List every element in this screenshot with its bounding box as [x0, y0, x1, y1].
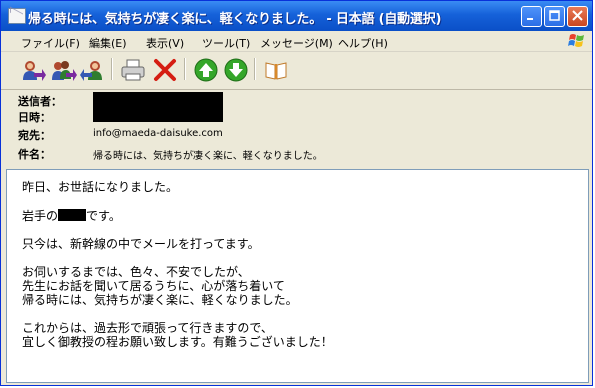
print-button[interactable] [120, 58, 146, 82]
toolbar-separator [254, 58, 255, 80]
menu-tools[interactable]: ツール(T) [202, 35, 250, 51]
to-value: info@maeda-daisuke.com [93, 128, 223, 139]
body-line: 帰る時には、気持ちが凄く楽に、軽くなりました。 [22, 293, 298, 307]
close-button[interactable] [567, 6, 588, 27]
redacted-sender-date [93, 92, 223, 122]
windows-logo-icon [568, 34, 584, 47]
body-paragraph: 只今は、新幹線の中でメールを打ってます。 [22, 237, 260, 251]
minimize-button[interactable] [521, 6, 542, 27]
menu-message[interactable]: メッセージ(M) [260, 35, 333, 51]
forward-button[interactable] [80, 58, 106, 82]
body-text: 岩手の [22, 209, 59, 223]
address-book-icon [265, 62, 287, 80]
reply-icon [23, 61, 46, 81]
reply-all-button[interactable] [51, 58, 77, 82]
forward-icon [80, 61, 102, 81]
menu-view[interactable]: 表示(V) [146, 35, 184, 51]
subject-value: 帰る時には、気持ちが凄く楽に、軽くなりました。 [93, 151, 323, 162]
date-label: 日時： [18, 111, 51, 124]
body-text: です。 [86, 209, 121, 223]
body-line: 先生にお話を聞いて居るうちに、心が落ち着いて [22, 279, 285, 293]
message-window: 帰る時には、気持ちが凄く楽に、軽くなりました。 - 日本語 (自動選択) ファイ… [0, 0, 593, 386]
to-label: 宛先： [18, 129, 51, 142]
maximize-icon [549, 10, 560, 21]
reply-button[interactable] [20, 58, 46, 82]
minimize-icon [527, 18, 533, 20]
toolbar-separator [111, 58, 112, 80]
menu-bar: ファイル(F) 編集(E) 表示(V) ツール(T) メッセージ(M) ヘルプ(… [1, 31, 592, 52]
window-title: 帰る時には、気持ちが凄く楽に、軽くなりました。 - 日本語 (自動選択) [28, 12, 442, 27]
body-paragraph: 岩手の です。 [22, 209, 121, 223]
subject-label: 件名： [18, 148, 51, 161]
body-line: 宜しく御教授の程お願い致します。有難うございました！ [22, 335, 333, 349]
previous-icon [194, 58, 218, 82]
close-icon [572, 10, 583, 21]
mail-icon [8, 8, 26, 24]
body-paragraph: 昨日、お世話になりました。 [22, 180, 179, 194]
message-body[interactable]: 昨日、お世話になりました。 岩手の です。 只今は、新幹線の中でメールを打ってます… [6, 169, 589, 383]
delete-button[interactable] [152, 58, 178, 82]
delete-icon [154, 59, 176, 81]
toolbar [1, 52, 592, 90]
menu-edit[interactable]: 編集(E) [89, 35, 127, 51]
menu-help[interactable]: ヘルプ(H) [338, 35, 388, 51]
redacted-name [58, 209, 87, 221]
print-icon [121, 59, 145, 81]
from-label: 送信者： [18, 95, 62, 108]
previous-button[interactable] [193, 58, 219, 82]
menu-file[interactable]: ファイル(F) [21, 35, 80, 51]
next-icon [224, 58, 248, 82]
message-header: 送信者： 日時： 宛先： info@maeda-daisuke.com 件名： … [1, 89, 592, 167]
maximize-button[interactable] [544, 6, 565, 27]
toolbar-separator [184, 58, 185, 80]
body-line: これからは、過去形で頑張って行きますので、 [22, 321, 273, 335]
title-bar[interactable]: 帰る時には、気持ちが凄く楽に、軽くなりました。 - 日本語 (自動選択) [1, 1, 592, 31]
next-button[interactable] [223, 58, 249, 82]
address-book-button[interactable] [263, 58, 289, 82]
reply-all-icon [52, 61, 77, 81]
body-line: お伺いするまでは、色々、不安でしたが、 [22, 265, 250, 279]
